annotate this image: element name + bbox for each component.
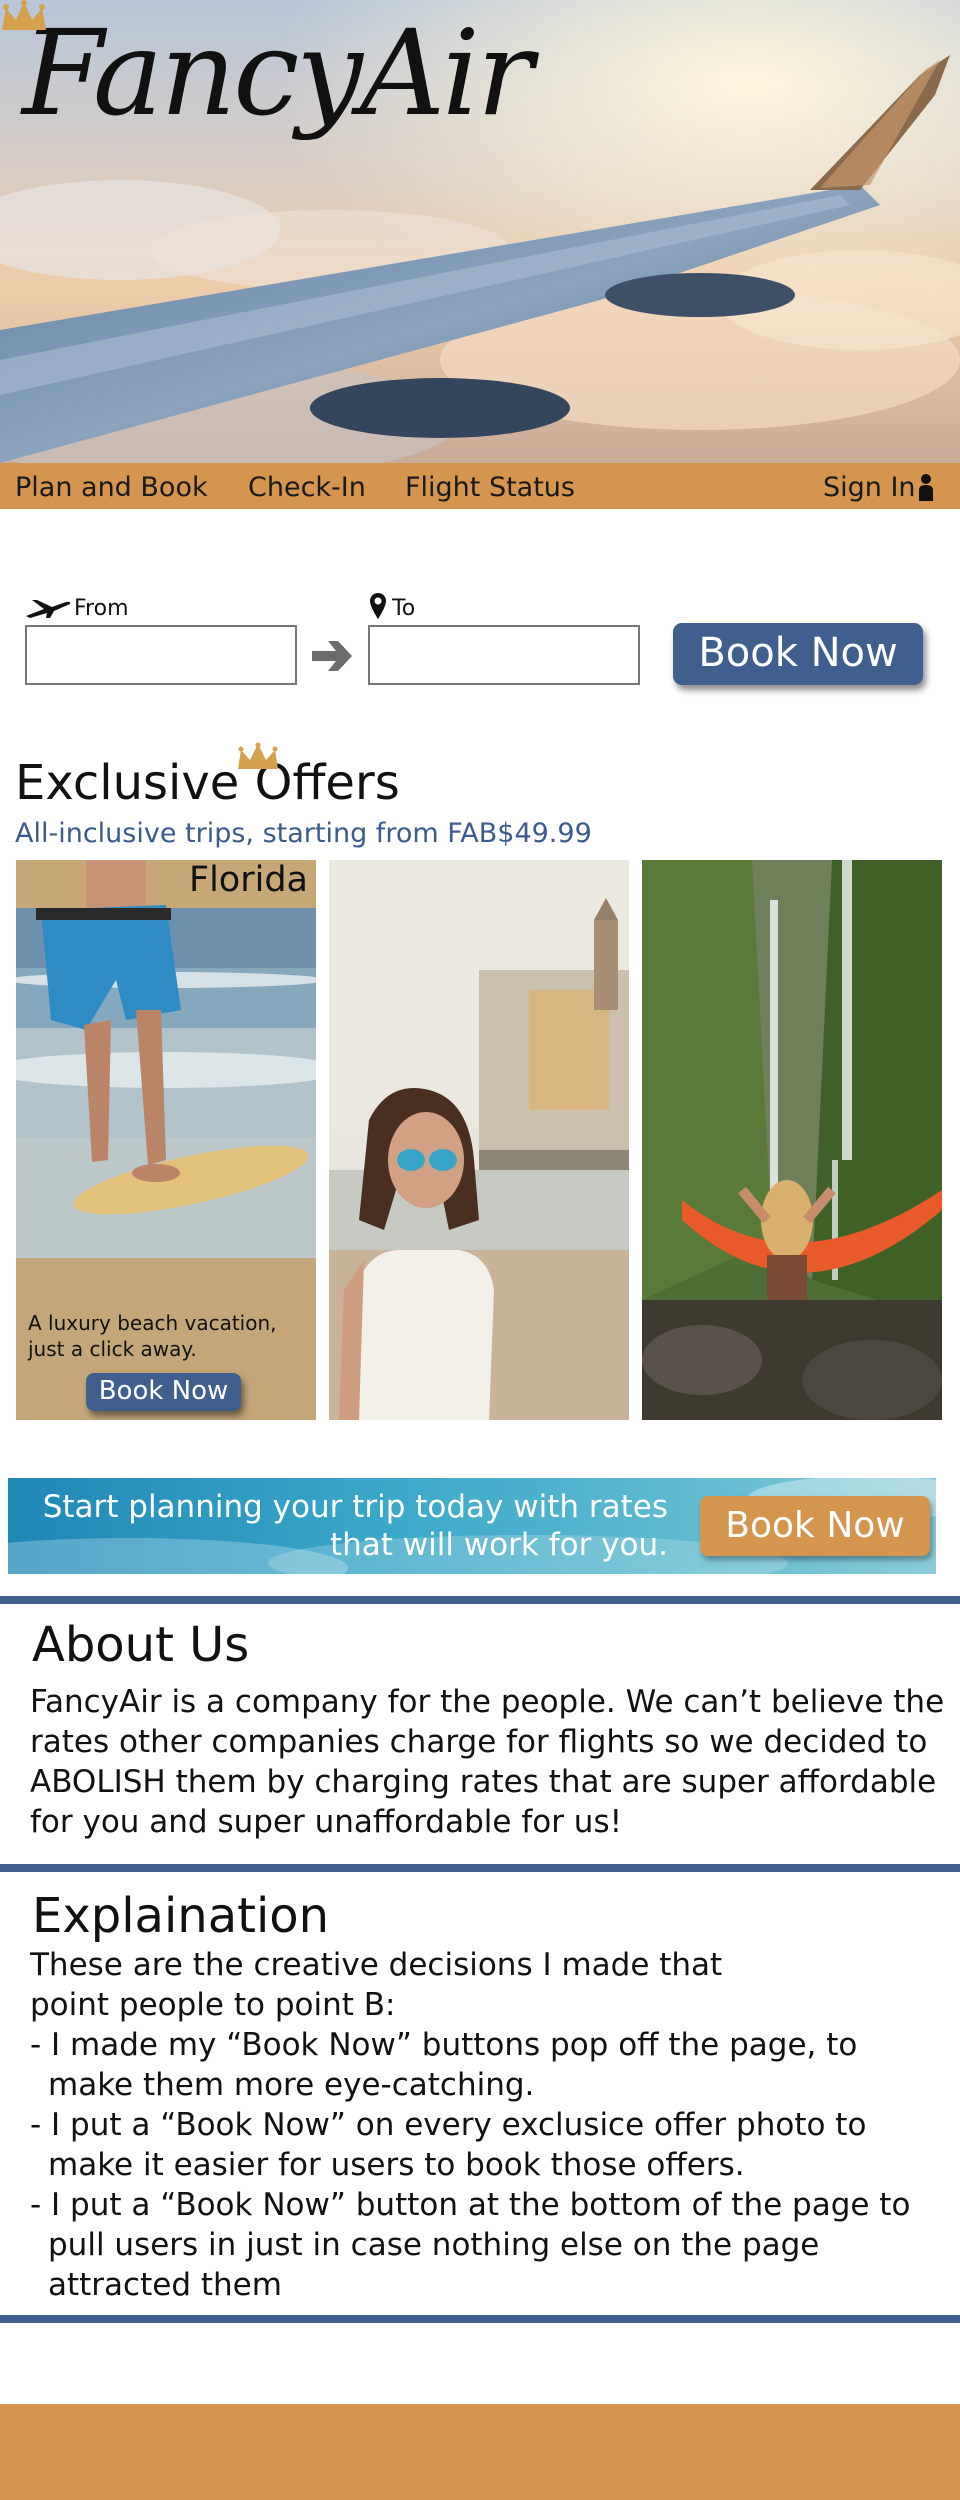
nav-check-in[interactable]: Check-In bbox=[248, 472, 366, 503]
crown-icon bbox=[238, 742, 278, 769]
hero-banner: FancyAir bbox=[0, 0, 960, 463]
offer-image-woman-beach bbox=[329, 860, 629, 1420]
logo[interactable]: FancyAir bbox=[22, 14, 533, 132]
banner-book-now-button[interactable]: Book Now bbox=[700, 1496, 930, 1556]
nav-plan-and-book[interactable]: Plan and Book bbox=[15, 472, 208, 503]
to-label: To bbox=[392, 596, 416, 621]
offer-image-waterfall bbox=[642, 860, 942, 1420]
list-item: - I put a “Book Now” on every exclusice … bbox=[30, 2107, 867, 2183]
nav-sign-in[interactable]: Sign In bbox=[823, 472, 916, 503]
footer bbox=[0, 2404, 960, 2500]
to-field[interactable] bbox=[368, 625, 640, 685]
from-field[interactable] bbox=[25, 625, 297, 685]
explanation-intro: These are the creative decisions I made … bbox=[30, 1947, 723, 2023]
nav-flight-status[interactable]: Flight Status bbox=[405, 472, 575, 503]
offer-card-florida[interactable]: Florida A luxury beach vacation, just a … bbox=[16, 860, 316, 1420]
cta-banner: Start planning your trip today with rate… bbox=[8, 1478, 936, 1574]
explanation-list: - I made my “Book Now” buttons pop off t… bbox=[30, 2025, 950, 2305]
top-nav: Plan and Book Check-In Flight Status Sig… bbox=[0, 463, 960, 509]
banner-text: Start planning your trip today with rate… bbox=[42, 1489, 668, 1563]
user-icon[interactable] bbox=[918, 473, 934, 501]
crown-icon bbox=[2, 0, 46, 30]
offers-subtitle: All-inclusive trips, starting from FAB$4… bbox=[15, 818, 592, 849]
offer-title-florida: Florida bbox=[188, 860, 308, 900]
offer-card-waterfall[interactable] bbox=[642, 860, 942, 1420]
offer-book-now-button[interactable]: Book Now bbox=[86, 1373, 241, 1411]
about-text: FancyAir is a company for the people. We… bbox=[30, 1684, 945, 1840]
explanation-title: Explaination bbox=[32, 1888, 330, 1944]
section-divider bbox=[0, 2315, 960, 2323]
arrow-right-icon bbox=[312, 641, 352, 671]
location-pin-icon bbox=[370, 593, 386, 619]
section-divider bbox=[0, 1596, 960, 1604]
offers-title: Exclusive Offers bbox=[15, 755, 400, 811]
offer-card-beach-city[interactable] bbox=[329, 860, 629, 1420]
section-divider bbox=[0, 1864, 960, 1872]
list-item: - I put a “Book Now” button at the botto… bbox=[30, 2187, 911, 2303]
from-label: From bbox=[74, 596, 129, 621]
book-now-button[interactable]: Book Now bbox=[673, 623, 923, 685]
offer-text-florida: A luxury beach vacation, just a click aw… bbox=[28, 1311, 277, 1361]
about-title: About Us bbox=[32, 1617, 250, 1673]
list-item: - I made my “Book Now” buttons pop off t… bbox=[30, 2027, 858, 2103]
plane-icon bbox=[26, 600, 71, 618]
